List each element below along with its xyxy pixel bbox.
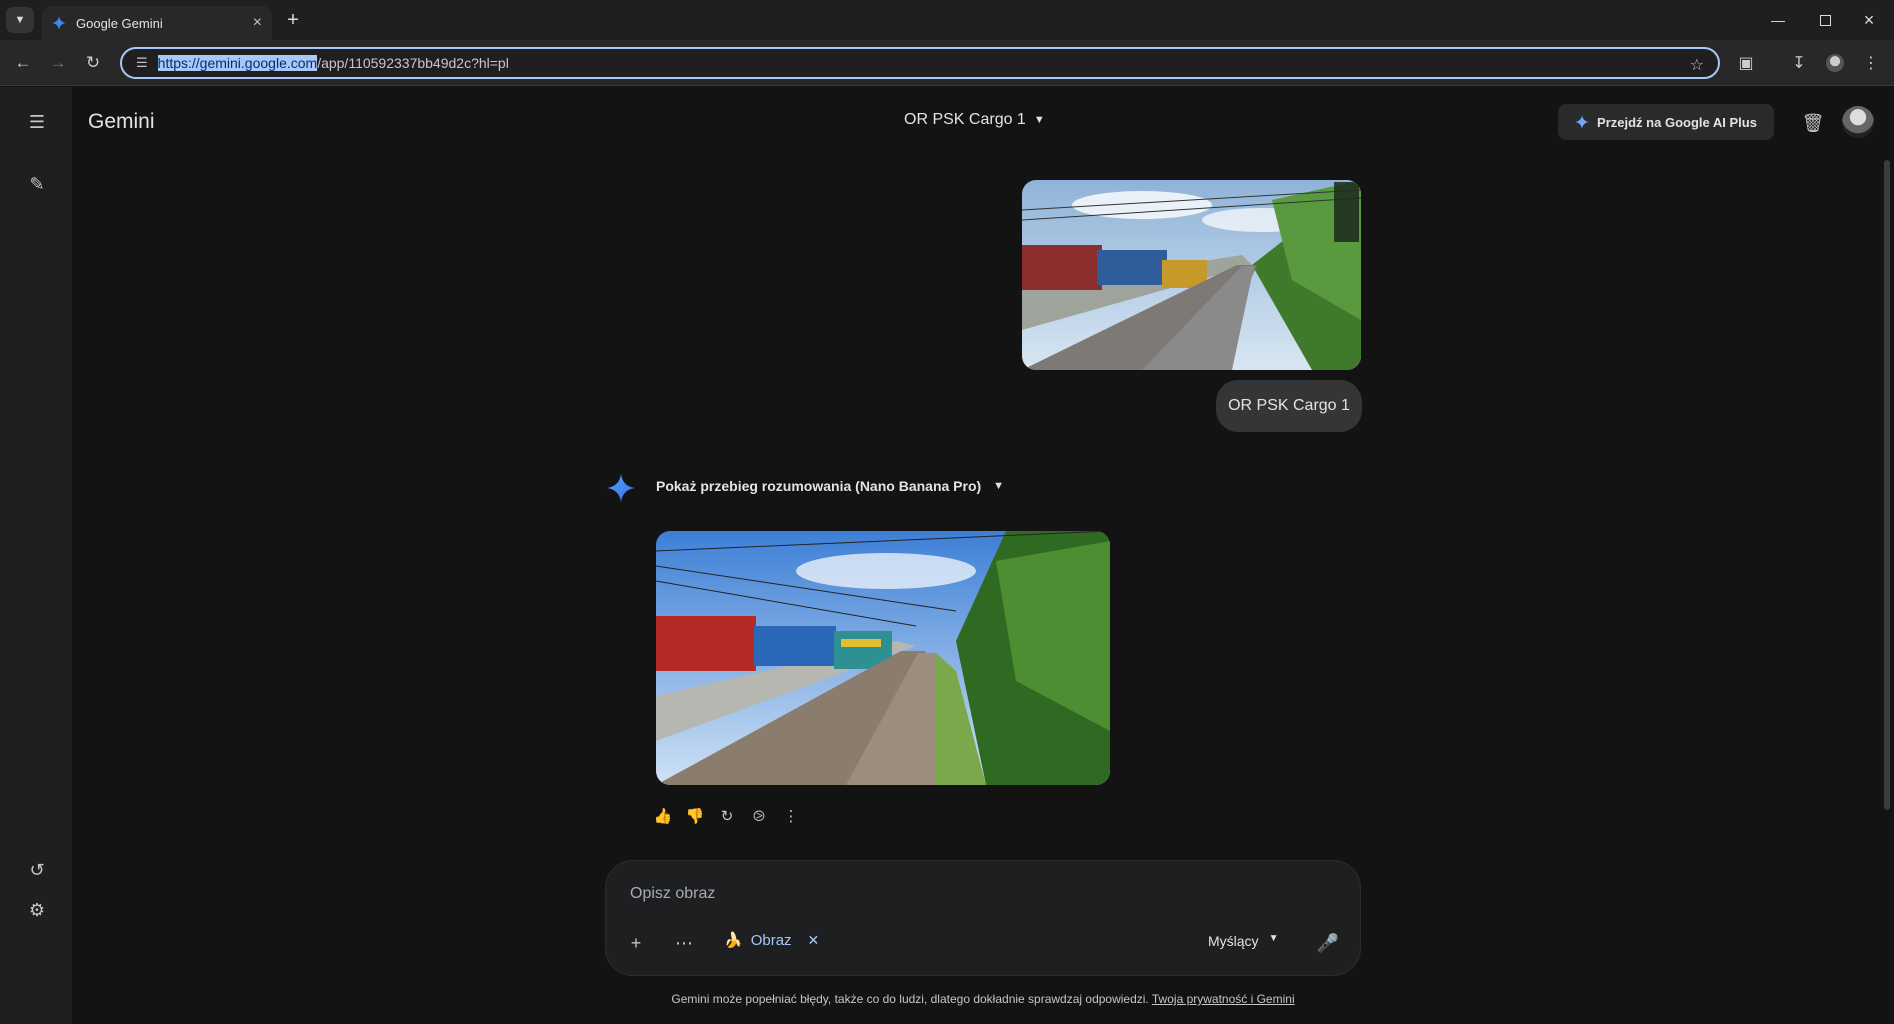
reload-icon: ↻ [85, 53, 101, 72]
plus-icon: + [287, 8, 299, 31]
url-path-text: /app/110592337bb49d2c?hl=pl [317, 55, 509, 71]
gemini-sparkle-icon [607, 474, 635, 502]
upgrade-label: Przejdź na Google AI Plus [1597, 114, 1757, 130]
bookmark-star-icon[interactable]: ☆ [1690, 55, 1704, 75]
share-icon[interactable]: ⧁ [750, 806, 768, 826]
browser-menu-button[interactable]: ⋮ [1858, 50, 1884, 76]
model-mode-selector[interactable]: Myślący ▼ [1208, 933, 1278, 949]
user-message-bubble: OR PSK Cargo 1 [1216, 380, 1362, 432]
disclaimer-text: Gemini może popełniać błędy, także co do… [671, 992, 1152, 1006]
add-files-button[interactable]: + [622, 929, 650, 957]
tab-search-button[interactable]: ▼ [6, 7, 34, 33]
chevron-down-icon: ▼ [1268, 933, 1279, 944]
new-tab-button[interactable]: + [280, 7, 306, 33]
thumbs-down-icon[interactable]: 👎 [686, 806, 705, 826]
edit-icon: ✎ [29, 173, 45, 194]
history-icon: ↺ [29, 859, 45, 880]
generated-image[interactable] [656, 531, 1110, 785]
browser-tabstrip: ▼ Google Gemini × + — × [0, 0, 1894, 40]
back-button[interactable]: ← [10, 50, 36, 76]
app-title: Gemini [88, 110, 155, 133]
show-thinking-label: Pokaż przebieg rozumowania (Nano Banana … [656, 478, 982, 494]
profile-button[interactable] [1822, 50, 1848, 76]
activity-button[interactable]: ↺ [22, 855, 52, 885]
tools-button[interactable]: ⋯ [670, 929, 698, 957]
chevron-down-icon: ▼ [14, 14, 26, 26]
remove-chip-icon[interactable]: ✕ [808, 932, 820, 949]
sparkle-icon [1575, 115, 1590, 129]
image-tool-chip[interactable]: 🍌 Obraz ✕ [724, 931, 820, 950]
chat-title-text: OR PSK Cargo 1 [904, 111, 1026, 128]
privacy-link[interactable]: Twoja prywatność i Gemini [1152, 992, 1295, 1006]
user-avatar[interactable] [1842, 106, 1874, 138]
prompt-input-box[interactable]: Opisz obraz + ⋯ 🍌 Obraz ✕ Myślący ▼ 🎤 [605, 860, 1361, 976]
close-window-button[interactable]: × [1854, 8, 1884, 32]
trash-icon: 🗑 [1801, 112, 1825, 133]
url-selected-text: https://gemini.google.com [157, 55, 318, 71]
more-vertical-icon[interactable]: ⋮ [782, 806, 800, 826]
arrow-right-icon: → [49, 53, 67, 72]
show-thinking-toggle[interactable]: Pokaż przebieg rozumowania (Nano Banana … [656, 478, 1004, 494]
tune-icon: ⋯ [675, 932, 693, 953]
puzzle-icon: ▣ [1738, 55, 1754, 72]
browser-tab[interactable]: Google Gemini × [42, 6, 272, 40]
download-icon: ↧ [1792, 55, 1806, 72]
footer-disclaimer: Gemini może popełniać błędy, także co do… [0, 992, 1894, 1006]
forward-button[interactable]: → [45, 50, 71, 76]
sidebar: ☰ ✎ ↺ ⚙ [0, 87, 72, 1024]
chevron-down-icon: ▼ [1033, 114, 1045, 126]
arrow-left-icon: ← [14, 53, 32, 72]
image-tool-label: Obraz [750, 931, 792, 949]
new-chat-button[interactable]: ✎ [22, 169, 52, 199]
gemini-favicon-icon [52, 16, 66, 30]
scrollbar[interactable] [1884, 160, 1890, 810]
microphone-icon: 🎤 [1316, 932, 1340, 953]
minimize-icon: — [1771, 12, 1785, 28]
more-vertical-icon: ⋮ [1863, 55, 1879, 72]
chat-title-dropdown[interactable]: OR PSK Cargo 1 ▼ [904, 111, 1045, 129]
extensions-button[interactable]: ▣ [1733, 50, 1759, 76]
reload-button[interactable]: ↻ [80, 50, 106, 76]
upgrade-button[interactable]: Przejdź na Google AI Plus [1558, 104, 1774, 140]
main-menu-button[interactable]: ☰ [22, 107, 52, 137]
close-tab-icon[interactable]: × [253, 14, 262, 32]
address-bar[interactable]: ☰ https://gemini.google.com/app/11059233… [120, 47, 1720, 79]
close-icon: × [1863, 9, 1875, 30]
minimize-button[interactable]: — [1763, 8, 1793, 32]
delete-chat-button[interactable]: 🗑 [1800, 110, 1826, 136]
user-message-text: OR PSK Cargo 1 [1228, 397, 1350, 414]
settings-button[interactable]: ⚙ [22, 895, 52, 925]
tab-title: Google Gemini [76, 15, 163, 31]
model-mode-label: Myślący [1208, 933, 1259, 949]
banana-icon: 🍌 [724, 932, 743, 949]
regenerate-icon[interactable]: ↻ [718, 806, 736, 826]
maximize-icon [1819, 14, 1831, 26]
site-settings-icon[interactable]: ☰ [136, 55, 148, 71]
thumbs-up-icon[interactable]: 👍 [654, 806, 673, 826]
maximize-button[interactable] [1810, 8, 1840, 32]
profile-avatar-icon [1826, 54, 1844, 72]
gear-icon: ⚙ [28, 899, 46, 920]
user-uploaded-image[interactable] [1022, 180, 1361, 370]
microphone-button[interactable]: 🎤 [1314, 929, 1342, 957]
downloads-button[interactable]: ↧ [1786, 50, 1812, 76]
chevron-down-icon: ▼ [993, 480, 1005, 492]
plus-icon: + [630, 932, 642, 953]
hamburger-icon: ☰ [28, 111, 46, 132]
response-actions: 👍 👎 ↻ ⧁ ⋮ [654, 806, 800, 826]
prompt-input[interactable]: Opisz obraz [630, 885, 715, 903]
